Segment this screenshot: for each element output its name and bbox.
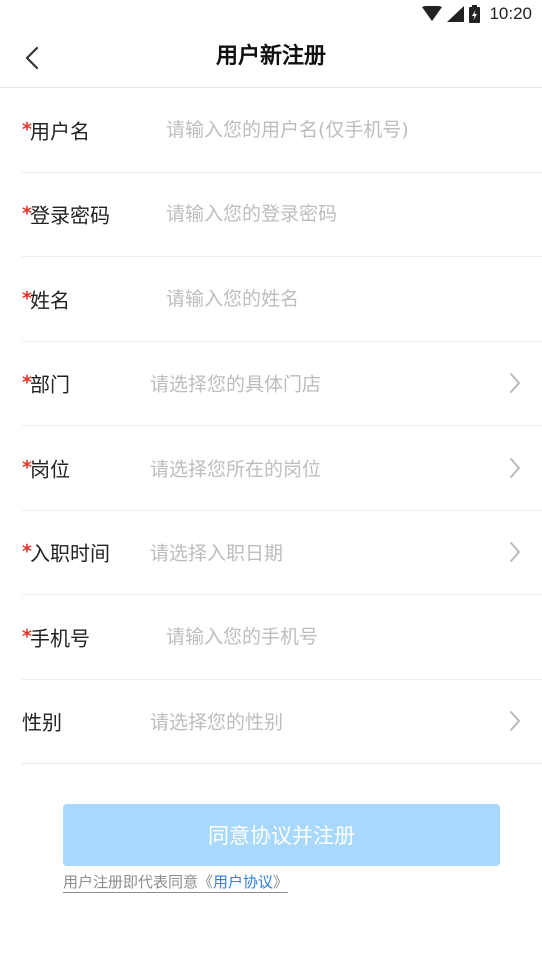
form-row-position[interactable]: * 岗位 请选择您所在的岗位: [22, 426, 542, 511]
chevron-right-icon: [510, 373, 520, 394]
signal-icon: [447, 6, 465, 22]
form-row-username[interactable]: * 用户名: [22, 88, 542, 173]
hire-date-label: 入职时间: [30, 541, 110, 566]
agreement-prefix: 用户注册即代表同意《: [63, 873, 214, 891]
agree-and-register-button[interactable]: 同意协议并注册: [63, 804, 500, 866]
user-agreement-link[interactable]: 用户协议: [213, 873, 273, 891]
department-label: 部门: [30, 372, 70, 397]
form-row-fullname[interactable]: * 姓名: [22, 257, 542, 342]
agreement-suffix: 》: [273, 873, 289, 891]
phone-input[interactable]: [166, 625, 496, 648]
agreement-notice: 用户注册即代表同意《用户协议》: [63, 872, 289, 893]
battery-icon: [469, 5, 481, 23]
wifi-icon: [422, 6, 443, 21]
chevron-right-icon: [510, 542, 520, 563]
chevron-right-icon: [510, 457, 520, 478]
back-button[interactable]: [14, 40, 50, 76]
nav-bar: 用户新注册: [0, 28, 542, 88]
status-icons: 10:20: [422, 3, 532, 25]
phone-label: 手机号: [30, 626, 90, 651]
form-row-gender[interactable]: 性别 请选择您的性别: [22, 680, 542, 764]
gender-select[interactable]: 请选择您的性别: [150, 708, 283, 735]
form-row-hire-date[interactable]: * 入职时间 请选择入职日期: [22, 511, 542, 595]
department-select[interactable]: 请选择您的具体门店: [150, 370, 321, 397]
username-label: 用户名: [30, 119, 90, 144]
status-time: 10:20: [489, 4, 532, 23]
position-label: 岗位: [30, 457, 70, 482]
username-input[interactable]: [166, 118, 496, 141]
hire-date-select[interactable]: 请选择入职日期: [150, 539, 283, 566]
chevron-left-icon: [25, 46, 39, 70]
form-row-phone[interactable]: * 手机号: [22, 595, 542, 680]
form-row-department[interactable]: * 部门 请选择您的具体门店: [22, 342, 542, 426]
form-row-password[interactable]: * 登录密码: [22, 173, 542, 257]
password-input[interactable]: [166, 203, 496, 226]
gender-label: 性别: [22, 710, 62, 735]
position-select[interactable]: 请选择您所在的岗位: [150, 454, 321, 481]
password-label: 登录密码: [30, 203, 110, 228]
page-title: 用户新注册: [215, 44, 326, 69]
status-bar: 10:20: [0, 0, 542, 28]
fullname-input[interactable]: [166, 287, 496, 310]
fullname-label: 姓名: [30, 288, 70, 313]
registration-form: * 用户名 * 登录密码 * 姓名 * 部门 请选择您的具体门店 * 岗位 请选…: [0, 88, 542, 764]
chevron-right-icon: [510, 711, 520, 732]
